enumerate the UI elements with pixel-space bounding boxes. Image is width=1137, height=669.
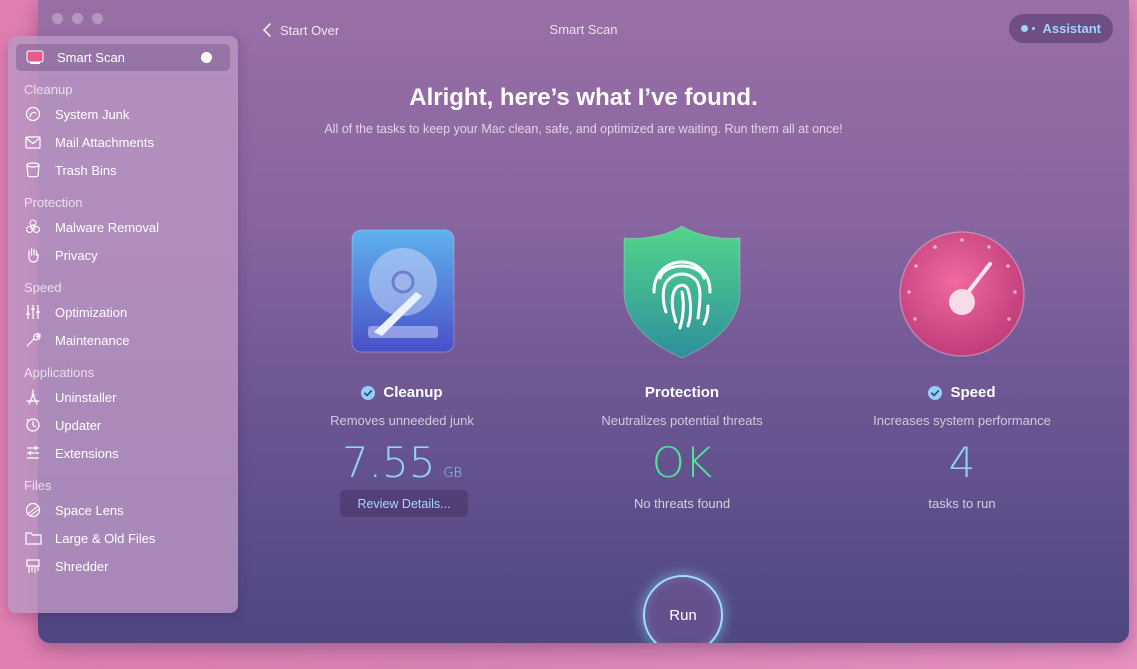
sidebar-item-label: System Junk xyxy=(55,106,130,122)
section-heading-cleanup: Cleanup xyxy=(24,82,73,97)
sidebar-item-smart-scan-row: Smart Scan xyxy=(26,46,125,68)
cleanup-size: 7.55 xyxy=(341,438,436,487)
check-icon xyxy=(361,385,376,400)
zoom-window-button[interactable] xyxy=(92,13,103,24)
sidebar-item-mail-attachments[interactable]: Mail Attachments xyxy=(24,131,154,153)
speedometer-icon xyxy=(899,231,1025,357)
wrench-icon xyxy=(24,331,42,349)
sidebar-item-label: Mail Attachments xyxy=(55,134,154,150)
hard-drive-icon xyxy=(351,229,455,353)
sidebar-item-label: Privacy xyxy=(55,247,98,263)
smart-scan-icon xyxy=(26,48,44,66)
section-heading-speed: Speed xyxy=(24,280,62,295)
assistant-dots-icon xyxy=(1021,25,1036,32)
sidebar-item-label: Smart Scan xyxy=(57,49,125,65)
protection-title: Protection xyxy=(562,384,802,401)
speed-desc: Increases system performance xyxy=(873,413,1051,428)
updater-icon xyxy=(24,416,42,434)
sidebar-item-label: Extensions xyxy=(55,445,119,461)
trash-icon xyxy=(24,161,42,179)
speed-label: Speed xyxy=(950,384,996,401)
shredder-icon xyxy=(24,557,42,575)
cleanup-desc: Removes unneeded junk xyxy=(330,413,474,428)
traffic-lights xyxy=(52,13,103,24)
speed-sub: tasks to run xyxy=(928,496,996,511)
sidebar-item-updater[interactable]: Updater xyxy=(24,414,101,436)
cleanup-unit: GB xyxy=(443,466,463,481)
sidebar: Smart Scan Cleanup System Junk Mail Atta… xyxy=(8,36,238,613)
mail-icon xyxy=(24,133,42,151)
sidebar-item-malware-removal[interactable]: Malware Removal xyxy=(24,216,159,238)
review-details-button[interactable]: Review Details... xyxy=(340,490,468,517)
sidebar-item-label: Space Lens xyxy=(55,502,124,518)
speed-value: 4 xyxy=(948,438,976,487)
sidebar-item-label: Optimization xyxy=(55,304,128,320)
close-window-button[interactable] xyxy=(52,13,63,24)
sidebar-item-trash-bins[interactable]: Trash Bins xyxy=(24,159,117,181)
sidebar-item-uninstaller[interactable]: Uninstaller xyxy=(24,386,116,408)
sidebar-item-label: Trash Bins xyxy=(55,162,117,178)
sidebar-item-optimization[interactable]: Optimization xyxy=(24,301,127,323)
sidebar-item-shredder[interactable]: Shredder xyxy=(24,555,108,577)
chevron-left-icon xyxy=(262,23,271,37)
start-over-button[interactable]: Start Over xyxy=(262,20,339,40)
speed-title: Speed xyxy=(842,384,1082,401)
sidebar-item-extensions[interactable]: Extensions xyxy=(24,442,119,464)
sidebar-item-label: Maintenance xyxy=(55,332,130,348)
assistant-button[interactable]: Assistant xyxy=(1009,14,1113,43)
sidebar-item-label: Malware Removal xyxy=(55,219,160,235)
sidebar-item-privacy[interactable]: Privacy xyxy=(24,244,98,266)
sidebar-item-large-old-files[interactable]: Large & Old Files xyxy=(24,527,155,549)
start-over-label: Start Over xyxy=(280,22,340,38)
section-heading-applications: Applications xyxy=(24,365,95,380)
sidebar-item-system-junk[interactable]: System Junk xyxy=(24,103,129,125)
section-heading-files: Files xyxy=(24,478,52,493)
biohazard-icon xyxy=(24,218,42,236)
sidebar-item-space-lens[interactable]: Space Lens xyxy=(24,499,124,521)
sidebar-item-label: Updater xyxy=(55,417,102,433)
sidebar-item-label: Shredder xyxy=(55,558,109,574)
sidebar-item-smart-scan[interactable]: Smart Scan xyxy=(16,44,230,71)
sidebar-item-label: Large & Old Files xyxy=(55,530,156,546)
space-lens-icon xyxy=(24,501,42,519)
cleanup-title: Cleanup xyxy=(282,384,522,401)
protection-value: OK xyxy=(651,438,713,487)
shield-fingerprint-icon xyxy=(623,225,741,359)
check-icon xyxy=(928,385,943,400)
protection-sub: No threats found xyxy=(633,496,731,511)
protection-label: Protection xyxy=(644,384,720,401)
run-button[interactable]: Run xyxy=(643,575,723,643)
minimize-window-button[interactable] xyxy=(72,13,83,24)
cleanup-label: Cleanup xyxy=(383,384,443,401)
section-heading-protection: Protection xyxy=(24,195,83,210)
window-title: Smart Scan xyxy=(549,22,618,37)
sidebar-item-label: Uninstaller xyxy=(55,389,117,405)
uninstaller-icon xyxy=(24,388,42,406)
cleanup-value: 7.55 GB xyxy=(282,438,522,487)
hand-icon xyxy=(24,246,42,264)
protection-desc: Neutralizes potential threats xyxy=(601,413,763,428)
scan-status-dot xyxy=(201,52,212,63)
extensions-icon xyxy=(24,444,42,462)
sidebar-item-maintenance[interactable]: Maintenance xyxy=(24,329,129,351)
system-junk-icon xyxy=(24,105,42,123)
assistant-label: Assistant xyxy=(1042,21,1101,36)
folder-icon xyxy=(24,529,42,547)
sliders-icon xyxy=(24,303,42,321)
